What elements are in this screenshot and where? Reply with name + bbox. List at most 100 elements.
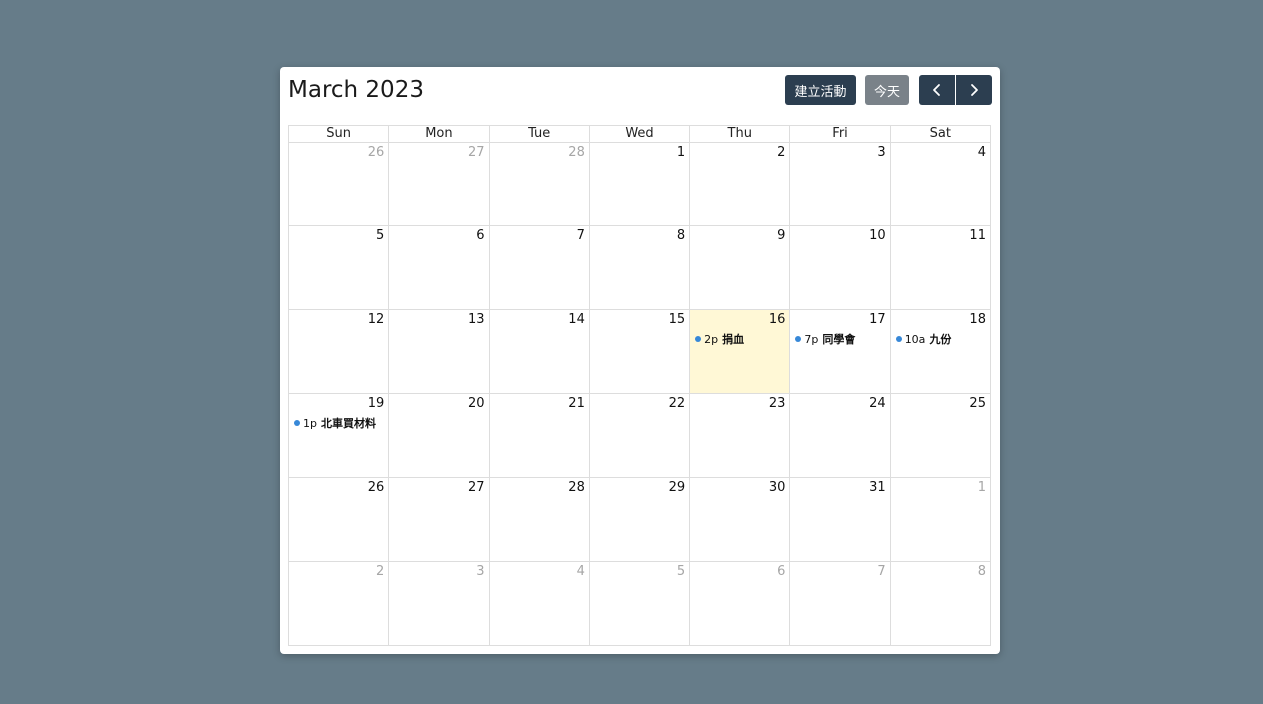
day-cell[interactable]: 7 bbox=[489, 226, 590, 310]
event-time: 2p bbox=[704, 332, 719, 346]
next-month-button[interactable] bbox=[956, 75, 992, 105]
event-dot-icon bbox=[695, 336, 702, 342]
calendar-event[interactable]: 7p 同學會 bbox=[795, 331, 855, 347]
day-cell[interactable]: 20 bbox=[389, 394, 490, 478]
day-cell[interactable]: 25 bbox=[890, 394, 991, 478]
day-number[interactable]: 3 bbox=[877, 145, 885, 160]
day-number[interactable]: 10 bbox=[869, 228, 886, 243]
chevron-left-icon bbox=[933, 84, 940, 96]
day-number[interactable]: 3 bbox=[476, 564, 484, 579]
day-number[interactable]: 23 bbox=[769, 396, 786, 411]
day-cell[interactable]: 27 bbox=[389, 143, 490, 226]
day-number[interactable]: 1 bbox=[677, 145, 685, 160]
day-cell[interactable]: 31 bbox=[790, 478, 891, 562]
day-cell[interactable]: 1 bbox=[890, 478, 991, 562]
day-number[interactable]: 7 bbox=[577, 228, 585, 243]
day-cell[interactable]: 28 bbox=[489, 478, 590, 562]
day-cell[interactable]: 11 bbox=[890, 226, 991, 310]
day-number[interactable]: 5 bbox=[376, 228, 384, 243]
prev-month-button[interactable] bbox=[919, 75, 955, 105]
create-event-button[interactable]: 建立活動 bbox=[785, 75, 856, 105]
day-cell[interactable]: 15 bbox=[589, 310, 691, 394]
day-number[interactable]: 6 bbox=[777, 564, 785, 579]
day-number[interactable]: 24 bbox=[869, 396, 886, 411]
day-number[interactable]: 17 bbox=[869, 312, 886, 327]
day-number[interactable]: 20 bbox=[468, 396, 485, 411]
day-number[interactable]: 19 bbox=[368, 396, 385, 411]
day-number[interactable]: 14 bbox=[568, 312, 585, 327]
day-cell[interactable]: 18 10a 九份 bbox=[890, 310, 991, 394]
day-cell[interactable]: 3 bbox=[790, 143, 891, 226]
day-cell[interactable]: 21 bbox=[489, 394, 590, 478]
calendar-event[interactable]: 2p 捐血 bbox=[695, 331, 744, 347]
day-cell[interactable]: 4 bbox=[890, 143, 991, 226]
day-cell[interactable]: 24 bbox=[790, 394, 891, 478]
event-dot-icon bbox=[294, 420, 300, 426]
day-number[interactable]: 26 bbox=[368, 145, 385, 160]
day-number[interactable]: 28 bbox=[568, 480, 585, 495]
day-cell[interactable]: 26 bbox=[289, 143, 390, 226]
day-number[interactable]: 27 bbox=[468, 480, 485, 495]
day-number[interactable]: 2 bbox=[777, 145, 785, 160]
day-cell[interactable]: 6 bbox=[690, 562, 791, 646]
day-number[interactable]: 21 bbox=[568, 396, 585, 411]
day-number[interactable]: 6 bbox=[476, 228, 484, 243]
day-cell[interactable]: 5 bbox=[589, 562, 691, 646]
day-number[interactable]: 15 bbox=[669, 312, 686, 327]
day-number[interactable]: 30 bbox=[769, 480, 786, 495]
event-title: 同學會 bbox=[822, 333, 856, 346]
day-cell[interactable]: 4 bbox=[489, 562, 590, 646]
day-cell[interactable]: 28 bbox=[489, 143, 590, 226]
calendar-event[interactable]: 10a 九份 bbox=[895, 331, 951, 347]
day-number[interactable]: 13 bbox=[468, 312, 485, 327]
day-cell[interactable]: 12 bbox=[289, 310, 390, 394]
day-cell[interactable]: 3 bbox=[389, 562, 490, 646]
day-number[interactable]: 9 bbox=[777, 228, 785, 243]
day-cell[interactable]: 29 bbox=[589, 478, 691, 562]
day-number[interactable]: 11 bbox=[969, 228, 986, 243]
day-cell[interactable]: 30 bbox=[690, 478, 791, 562]
day-number[interactable]: 22 bbox=[669, 396, 686, 411]
day-number[interactable]: 31 bbox=[869, 480, 886, 495]
day-number[interactable]: 18 bbox=[969, 312, 986, 327]
day-number[interactable]: 8 bbox=[978, 564, 986, 579]
today-button[interactable]: 今天 bbox=[865, 75, 909, 105]
day-cell[interactable]: 19 1p 北車買材料 bbox=[289, 394, 390, 478]
day-number[interactable]: 16 bbox=[769, 312, 786, 327]
day-cell[interactable]: 8 bbox=[890, 562, 991, 646]
day-cell[interactable]: 2 bbox=[289, 562, 390, 646]
day-number[interactable]: 5 bbox=[677, 564, 685, 579]
day-number[interactable]: 2 bbox=[376, 564, 384, 579]
day-cell[interactable]: 10 bbox=[790, 226, 891, 310]
day-number[interactable]: 25 bbox=[969, 396, 986, 411]
day-number[interactable]: 7 bbox=[877, 564, 885, 579]
day-cell[interactable]: 22 bbox=[589, 394, 691, 478]
day-number[interactable]: 28 bbox=[568, 145, 585, 160]
day-cell[interactable]: 1 bbox=[589, 143, 691, 226]
day-cell[interactable]: 2 bbox=[690, 143, 791, 226]
day-cell[interactable]: 27 bbox=[389, 478, 490, 562]
day-cell[interactable]: 9 bbox=[690, 226, 791, 310]
day-number[interactable]: 4 bbox=[978, 145, 986, 160]
day-cell[interactable]: 26 bbox=[289, 478, 390, 562]
day-cell[interactable]: 23 bbox=[690, 394, 791, 478]
day-number[interactable]: 12 bbox=[368, 312, 385, 327]
day-number[interactable]: 4 bbox=[577, 564, 585, 579]
day-cell[interactable]: 5 bbox=[289, 226, 390, 310]
day-cell[interactable]: 14 bbox=[489, 310, 590, 394]
day-number[interactable]: 1 bbox=[978, 480, 986, 495]
day-cell[interactable]: 13 bbox=[389, 310, 490, 394]
day-number[interactable]: 8 bbox=[677, 228, 685, 243]
day-cell-today[interactable]: 16 2p 捐血 bbox=[690, 310, 791, 394]
calendar-event[interactable]: 1p 北車買材料 bbox=[294, 415, 376, 431]
month-grid: Sun Mon Tue Wed Thu Fri Sat 26 27 28 1 2 3 4 5 6 7 8 9 10 1… bbox=[288, 125, 991, 646]
weekday-header-mon: Mon bbox=[389, 126, 490, 143]
day-number[interactable]: 27 bbox=[468, 145, 485, 160]
weekday-header-fri: Fri bbox=[790, 126, 891, 143]
day-number[interactable]: 29 bbox=[669, 480, 686, 495]
day-cell[interactable]: 6 bbox=[389, 226, 490, 310]
day-cell[interactable]: 8 bbox=[589, 226, 691, 310]
day-number[interactable]: 26 bbox=[368, 480, 385, 495]
day-cell[interactable]: 17 7p 同學會 bbox=[790, 310, 891, 394]
day-cell[interactable]: 7 bbox=[790, 562, 891, 646]
